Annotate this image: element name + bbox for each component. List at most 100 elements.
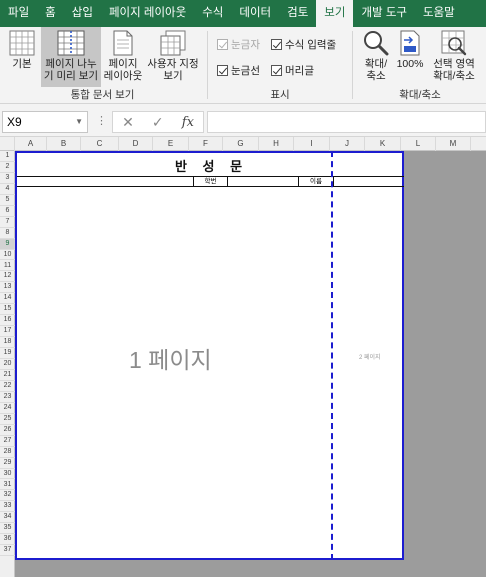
row-header[interactable]: 4 <box>0 184 15 195</box>
column-header[interactable]: C <box>81 137 119 151</box>
student-id-value[interactable] <box>227 177 298 187</box>
ruler-checkbox[interactable]: 눈금자 <box>217 37 260 52</box>
show-group: 눈금자 수식 입력줄 눈금선 머리글 표시 <box>209 27 351 104</box>
column-header[interactable]: D <box>119 137 153 151</box>
column-header[interactable]: K <box>365 137 401 151</box>
tab-page-layout[interactable]: 페이지 레이아웃 <box>101 0 194 27</box>
row-header[interactable]: 35 <box>0 523 15 535</box>
formula-input[interactable] <box>207 111 486 133</box>
headings-checkbox[interactable]: 머리글 <box>271 63 314 78</box>
column-header[interactable]: F <box>189 137 223 151</box>
column-header[interactable]: B <box>47 137 81 151</box>
row-header[interactable]: 32 <box>0 490 15 502</box>
row-header[interactable]: 8 <box>0 228 15 239</box>
print-page: 반 성 문 학번 이름 1 페이지 2 페이지 <box>15 151 404 560</box>
cancel-icon[interactable]: ✕ <box>122 114 134 131</box>
row-header[interactable]: 23 <box>0 392 15 403</box>
custom-views-label-2: 보기 <box>163 70 183 82</box>
column-header[interactable]: I <box>294 137 330 151</box>
custom-views-button[interactable]: 사용자 지정 보기 <box>144 27 202 87</box>
column-header[interactable]: A <box>15 137 47 151</box>
tab-insert[interactable]: 삽입 <box>64 0 101 27</box>
column-header[interactable]: L <box>401 137 436 151</box>
page-layout-view-label-1: 페이지 <box>108 58 138 70</box>
column-header[interactable]: M <box>436 137 471 151</box>
formula-bar-resize-handle[interactable]: ⋮ <box>96 114 107 127</box>
checkbox-check-icon <box>271 65 282 76</box>
row-header[interactable]: 9 <box>0 238 15 250</box>
row-header[interactable]: 10 <box>0 250 15 261</box>
name-label[interactable]: 이름 <box>298 177 333 187</box>
custom-views-label-1: 사용자 지정 <box>147 58 199 70</box>
row-header[interactable]: 3 <box>0 173 15 184</box>
page-break-preview-button[interactable]: 페이지 나누 기 미리 보기 <box>41 27 101 87</box>
row-header[interactable]: 13 <box>0 282 15 294</box>
row-header[interactable]: 29 <box>0 458 15 469</box>
tab-developer[interactable]: 개발 도구 <box>353 0 415 27</box>
outside-print-area <box>15 562 486 577</box>
zoom-group-label: 확대/축소 <box>399 89 441 101</box>
column-header[interactable]: J <box>330 137 365 151</box>
magnifier-icon <box>364 31 389 56</box>
row-header[interactable]: 28 <box>0 447 15 458</box>
row-header[interactable]: 31 <box>0 480 15 491</box>
row-header[interactable]: 17 <box>0 326 15 338</box>
row-header[interactable]: 37 <box>0 545 15 557</box>
tab-view[interactable]: 보기 <box>316 0 354 27</box>
row-header[interactable]: 24 <box>0 403 15 414</box>
tab-formulas[interactable]: 수식 <box>194 0 231 27</box>
enter-icon[interactable]: ✓ <box>152 114 164 131</box>
normal-view-button[interactable]: 기본 <box>4 27 40 87</box>
zoom-group: 확대/ 축소 100% 선택 영역 확대/축소 확대/축소 <box>354 27 486 104</box>
normal-view-icon <box>9 30 35 56</box>
row-header[interactable]: 12 <box>0 271 15 283</box>
sheet-title[interactable]: 반 성 문 <box>17 156 406 175</box>
row-header[interactable]: 6 <box>0 206 15 217</box>
row-header[interactable]: 25 <box>0 414 15 425</box>
row-header[interactable]: 1 <box>0 151 15 162</box>
tab-file[interactable]: 파일 <box>0 0 37 27</box>
row-header[interactable]: 21 <box>0 370 15 381</box>
row-header[interactable]: 11 <box>0 261 15 272</box>
row-header[interactable]: 5 <box>0 195 15 206</box>
insert-function-icon[interactable]: fx <box>182 115 194 130</box>
row-header[interactable]: 14 <box>0 293 15 305</box>
row-header[interactable]: 34 <box>0 512 15 524</box>
row-header[interactable]: 16 <box>0 315 15 327</box>
student-id-label[interactable]: 학번 <box>193 177 227 187</box>
formula-bar-checkbox[interactable]: 수식 입력줄 <box>271 37 336 52</box>
row-header[interactable]: 7 <box>0 217 15 228</box>
column-header[interactable]: G <box>223 137 259 151</box>
tab-help[interactable]: 도움말 <box>415 0 463 27</box>
row-header[interactable]: 33 <box>0 501 15 513</box>
zoom-button[interactable]: 확대/ 축소 <box>358 27 394 87</box>
tab-home[interactable]: 홈 <box>37 0 64 27</box>
column-header[interactable]: H <box>259 137 294 151</box>
select-all-corner[interactable] <box>0 137 15 151</box>
workbook-views-group: 기본 페이지 나누 기 미리 보기 페이지 레이아웃 사용자 지정 보기 통합 … <box>0 27 205 104</box>
row-header[interactable]: 26 <box>0 425 15 436</box>
row-header[interactable]: 27 <box>0 436 15 447</box>
row-header[interactable]: 19 <box>0 348 15 360</box>
zoom-100-button[interactable]: 100% <box>395 27 425 87</box>
page-break-line[interactable] <box>331 151 333 560</box>
formula-bar: X9 ▼ ⋮ ✕ ✓ fx <box>0 104 486 137</box>
zoom-to-selection-button[interactable]: 선택 영역 확대/축소 <box>426 27 482 87</box>
chevron-down-icon[interactable]: ▼ <box>75 112 83 132</box>
row-header[interactable]: 15 <box>0 304 15 316</box>
zoom-100-icon <box>400 30 420 56</box>
row-header[interactable]: 20 <box>0 359 15 370</box>
row-header[interactable]: 18 <box>0 337 15 349</box>
column-header[interactable]: E <box>153 137 189 151</box>
row-headers: 1 2 3 4 5 6 7 8 9 10 11 12 13 14 15 16 17 18 19 20 21 22 23 24 2… <box>0 151 15 577</box>
row-header[interactable]: 2 <box>0 162 15 173</box>
gridlines-checkbox[interactable]: 눈금선 <box>217 63 260 78</box>
row-header[interactable]: 36 <box>0 534 15 546</box>
name-value[interactable] <box>333 177 404 187</box>
name-box[interactable]: X9 ▼ <box>2 111 88 133</box>
row-header[interactable]: 22 <box>0 381 15 392</box>
row-header[interactable]: 30 <box>0 469 15 480</box>
tab-review[interactable]: 검토 <box>279 0 316 27</box>
page-layout-view-button[interactable]: 페이지 레이아웃 <box>103 27 143 87</box>
tab-data[interactable]: 데이터 <box>231 0 279 27</box>
